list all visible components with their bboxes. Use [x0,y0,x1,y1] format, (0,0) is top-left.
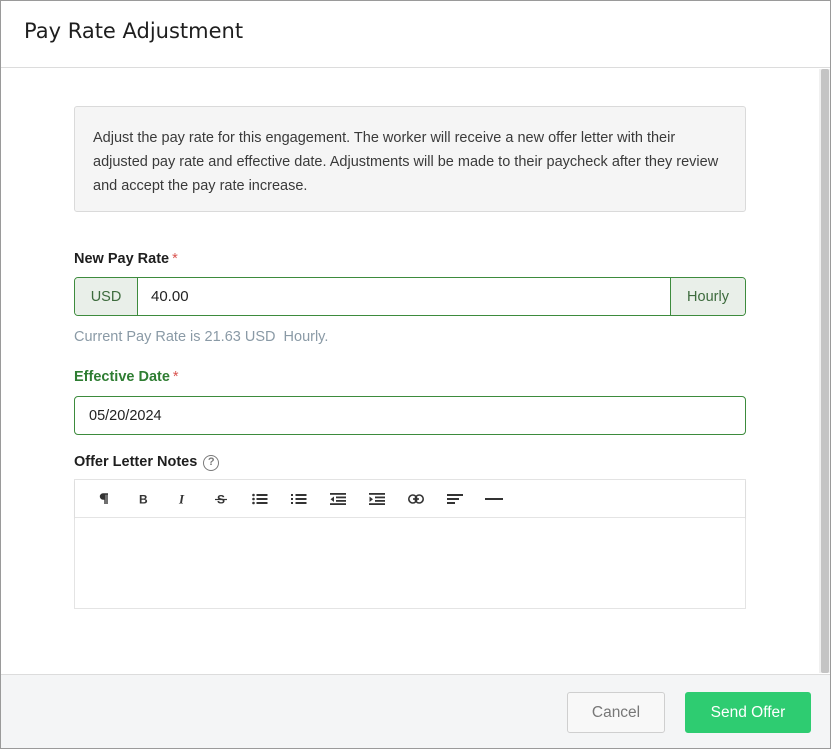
dialog-title: Pay Rate Adjustment [24,19,244,43]
horizontal-rule-icon [484,497,503,500]
offer-notes-textarea[interactable] [75,518,745,608]
dialog-footer: Cancel Send Offer [1,674,830,748]
editor-toolbar: B I S [75,480,745,518]
numbered-list-icon [290,493,306,504]
effective-date-label-text: Effective Date [74,369,170,385]
currency-addon: USD [75,278,138,315]
effective-date-label: Effective Date * [74,369,179,385]
pay-rate-label-text: New Pay Rate [74,251,170,267]
pay-rate-input-group: USD Hourly [74,277,746,316]
svg-text:B: B [139,493,148,505]
outdent-icon [329,492,346,505]
bullet-list-button[interactable] [240,485,279,513]
dialog-header: Pay Rate Adjustment [1,1,830,68]
bullet-list-icon [251,493,267,504]
offer-notes-label: Offer Letter Notes? [74,454,220,471]
paragraph-icon [99,492,108,504]
italic-button[interactable]: I [162,485,201,513]
bold-button[interactable]: B [123,485,162,513]
strikethrough-button[interactable]: S [201,485,240,513]
italic-icon: I [178,493,185,505]
scrollbar-thumb[interactable] [821,69,829,673]
align-left-icon [446,493,463,504]
dialog-scrollbar[interactable] [819,69,830,673]
offer-notes-editor: B I S [74,479,746,609]
send-offer-button[interactable]: Send Offer [685,692,811,733]
required-marker: * [172,369,179,385]
svg-text:I: I [178,493,185,505]
indent-button[interactable] [357,485,396,513]
pay-rate-input[interactable] [138,278,670,315]
help-icon[interactable]: ? [203,455,220,471]
cancel-button[interactable]: Cancel [567,692,665,733]
bold-icon: B [139,493,148,505]
horizontal-rule-button[interactable] [474,485,513,513]
info-message: Adjust the pay rate for this engagement.… [74,106,746,212]
offer-notes-label-text: Offer Letter Notes [74,454,198,470]
current-pay-rate-text: Current Pay Rate is 21.63 USD Hourly. [74,329,329,345]
numbered-list-button[interactable] [279,485,318,513]
strikethrough-icon: S [214,493,227,505]
indent-icon [368,492,385,505]
effective-date-input[interactable] [74,396,746,435]
required-marker: * [172,251,178,267]
link-icon [407,493,424,504]
pay-rate-dialog: Pay Rate Adjustment Adjust the pay rate … [0,0,831,749]
rate-unit-addon: Hourly [670,278,745,315]
align-left-button[interactable] [435,485,474,513]
link-button[interactable] [396,485,435,513]
pay-rate-label: New Pay Rate * [74,251,178,267]
paragraph-button[interactable] [84,485,123,513]
outdent-button[interactable] [318,485,357,513]
